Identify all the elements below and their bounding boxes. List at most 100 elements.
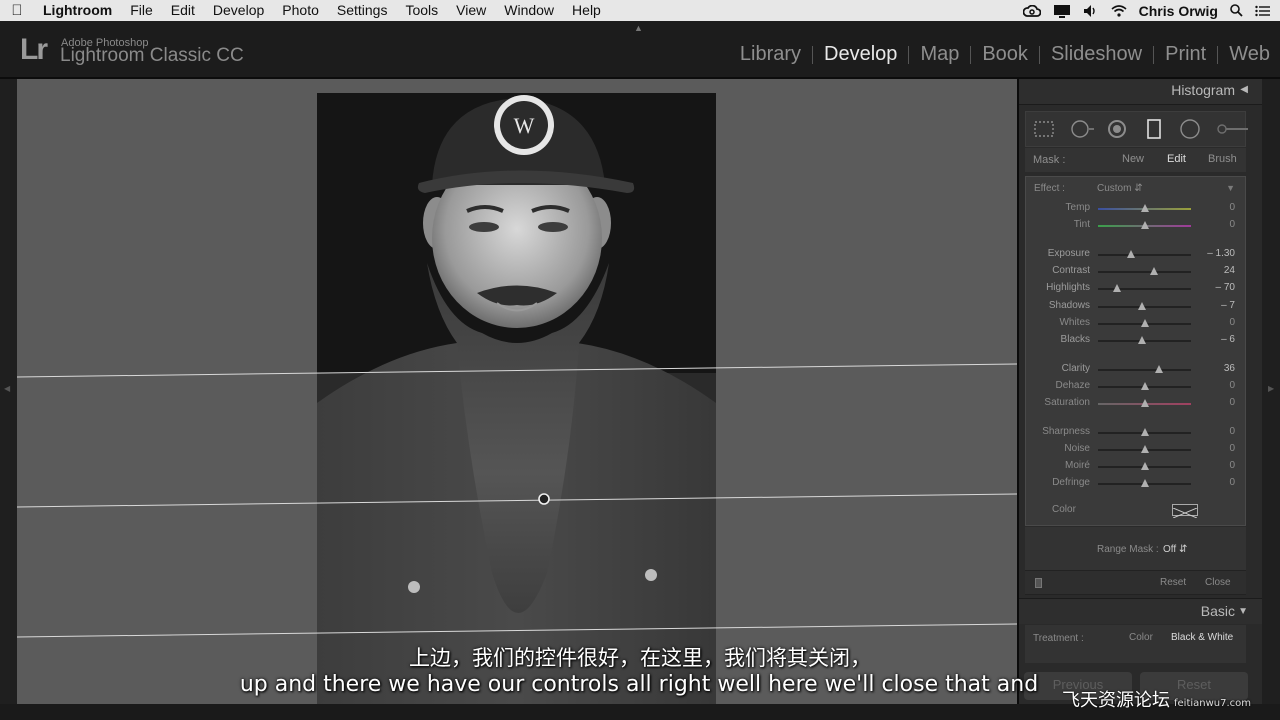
slider-value[interactable]: 0 xyxy=(1229,397,1235,408)
wifi-icon[interactable] xyxy=(1111,4,1127,17)
red-eye-icon[interactable] xyxy=(1106,118,1128,140)
slider-value[interactable]: 0 xyxy=(1229,460,1235,471)
slider-thumb[interactable] xyxy=(1137,336,1146,344)
top-panel-toggle-icon[interactable]: ▲ xyxy=(634,23,643,33)
module-library[interactable]: Library xyxy=(740,43,801,66)
slider-value[interactable]: 0 xyxy=(1229,443,1235,454)
mask-brush-button[interactable]: Brush xyxy=(1208,153,1237,165)
slider-clarity[interactable]: Clarity 36 xyxy=(1026,361,1247,378)
menu-file[interactable]: File xyxy=(121,0,162,21)
toggle-switch-icon[interactable] xyxy=(1035,578,1042,588)
effect-collapse-icon[interactable]: ▼ xyxy=(1226,183,1235,193)
slider-noise[interactable]: Noise 0 xyxy=(1026,441,1247,458)
creative-cloud-icon[interactable] xyxy=(1022,4,1041,17)
menu-edit[interactable]: Edit xyxy=(162,0,204,21)
crop-overlay-icon[interactable] xyxy=(1033,118,1055,140)
slider-thumb[interactable] xyxy=(1155,365,1164,373)
slider-value[interactable]: – 70 xyxy=(1216,282,1235,293)
module-slideshow[interactable]: Slideshow xyxy=(1051,43,1142,66)
menu-photo[interactable]: Photo xyxy=(273,0,328,21)
slider-thumb[interactable] xyxy=(1137,302,1146,310)
apple-menu-icon[interactable]:  xyxy=(0,2,34,19)
spotlight-search-icon[interactable] xyxy=(1230,4,1243,17)
basic-panel-header[interactable]: Basic ▼ xyxy=(1019,598,1262,624)
slider-value[interactable]: 0 xyxy=(1229,426,1235,437)
slider-dehaze[interactable]: Dehaze 0 xyxy=(1026,378,1247,395)
menu-develop[interactable]: Develop xyxy=(204,0,273,21)
menu-settings[interactable]: Settings xyxy=(328,0,397,21)
slider-value[interactable]: 0 xyxy=(1229,219,1235,230)
slider-blacks[interactable]: Blacks – 6 xyxy=(1026,332,1247,349)
slider-value[interactable]: 24 xyxy=(1224,265,1235,276)
slider-saturation[interactable]: Saturation 0 xyxy=(1026,395,1247,412)
graduated-filter-overlay[interactable] xyxy=(17,79,1017,704)
slider-exposure[interactable]: Exposure – 1.30 xyxy=(1026,246,1247,263)
slider-track[interactable] xyxy=(1098,254,1191,256)
right-panel-edge[interactable]: ▶ xyxy=(1262,79,1280,704)
mask-close-button[interactable]: Close xyxy=(1205,577,1231,588)
menu-view[interactable]: View xyxy=(447,0,495,21)
radial-filter-icon[interactable] xyxy=(1179,118,1201,140)
color-swatch[interactable] xyxy=(1172,504,1198,519)
slider-value[interactable]: 0 xyxy=(1229,202,1235,213)
range-mask-select[interactable]: Off ⇵ xyxy=(1163,544,1187,555)
histogram-collapse-icon[interactable]: ◀ xyxy=(1240,84,1248,95)
volume-icon[interactable] xyxy=(1083,4,1099,18)
slider-highlights[interactable]: Highlights – 70 xyxy=(1026,280,1247,297)
histogram-header[interactable]: Histogram ◀ xyxy=(1019,79,1262,105)
slider-thumb[interactable] xyxy=(1112,284,1121,292)
slider-value[interactable]: – 6 xyxy=(1221,334,1235,345)
slider-contrast[interactable]: Contrast 24 xyxy=(1026,263,1247,280)
slider-moir[interactable]: Moiré 0 xyxy=(1026,458,1247,475)
slider-value[interactable]: 0 xyxy=(1229,477,1235,488)
slider-thumb[interactable] xyxy=(1140,479,1149,487)
slider-sharpness[interactable]: Sharpness 0 xyxy=(1026,424,1247,441)
mask-edit-button[interactable]: Edit xyxy=(1167,153,1186,165)
adjustment-brush-icon[interactable] xyxy=(1216,118,1248,140)
user-name[interactable]: Chris Orwig xyxy=(1139,3,1218,19)
menu-lightroom[interactable]: Lightroom xyxy=(34,0,121,21)
notification-center-icon[interactable] xyxy=(1255,5,1270,17)
menu-tools[interactable]: Tools xyxy=(396,0,447,21)
slider-thumb[interactable] xyxy=(1140,319,1149,327)
mask-reset-button[interactable]: Reset xyxy=(1160,577,1186,588)
module-map[interactable]: Map xyxy=(920,43,959,66)
slider-thumb[interactable] xyxy=(1140,445,1149,453)
spot-removal-icon[interactable] xyxy=(1070,118,1094,140)
slider-thumb[interactable] xyxy=(1140,382,1149,390)
graduated-filter-icon[interactable] xyxy=(1143,118,1165,140)
slider-thumb[interactable] xyxy=(1149,267,1158,275)
image-canvas[interactable]: W xyxy=(17,79,1017,704)
slider-value[interactable]: 0 xyxy=(1229,380,1235,391)
left-panel-collapsed[interactable]: ◀ xyxy=(0,79,17,704)
slider-tint[interactable]: Tint 0 xyxy=(1026,217,1247,234)
mask-new-button[interactable]: New xyxy=(1122,153,1144,165)
display-icon[interactable] xyxy=(1053,4,1071,18)
module-book[interactable]: Book xyxy=(982,43,1028,66)
basic-collapse-icon[interactable]: ▼ xyxy=(1238,606,1248,617)
right-panel-toggle-icon[interactable]: ▶ xyxy=(1268,384,1274,393)
slider-thumb[interactable] xyxy=(1140,399,1149,407)
slider-thumb[interactable] xyxy=(1140,204,1149,212)
slider-whites[interactable]: Whites 0 xyxy=(1026,315,1247,332)
effect-preset-select[interactable]: Custom ⇵ xyxy=(1097,183,1143,194)
slider-track[interactable] xyxy=(1098,369,1191,371)
slider-value[interactable]: – 7 xyxy=(1221,300,1235,311)
slider-value[interactable]: 0 xyxy=(1229,317,1235,328)
slider-value[interactable]: – 1.30 xyxy=(1207,248,1235,259)
slider-track[interactable] xyxy=(1098,271,1191,273)
left-panel-toggle-icon[interactable]: ◀ xyxy=(4,384,10,393)
menu-help[interactable]: Help xyxy=(563,0,610,21)
menu-window[interactable]: Window xyxy=(495,0,563,21)
slider-value[interactable]: 36 xyxy=(1224,363,1235,374)
slider-temp[interactable]: Temp 0 xyxy=(1026,200,1247,217)
slider-thumb[interactable] xyxy=(1127,250,1136,258)
module-web[interactable]: Web xyxy=(1229,43,1270,66)
slider-thumb[interactable] xyxy=(1140,221,1149,229)
slider-shadows[interactable]: Shadows – 7 xyxy=(1026,298,1247,315)
slider-thumb[interactable] xyxy=(1140,428,1149,436)
slider-defringe[interactable]: Defringe 0 xyxy=(1026,475,1247,492)
module-print[interactable]: Print xyxy=(1165,43,1206,66)
module-develop[interactable]: Develop xyxy=(824,43,897,66)
slider-thumb[interactable] xyxy=(1140,462,1149,470)
